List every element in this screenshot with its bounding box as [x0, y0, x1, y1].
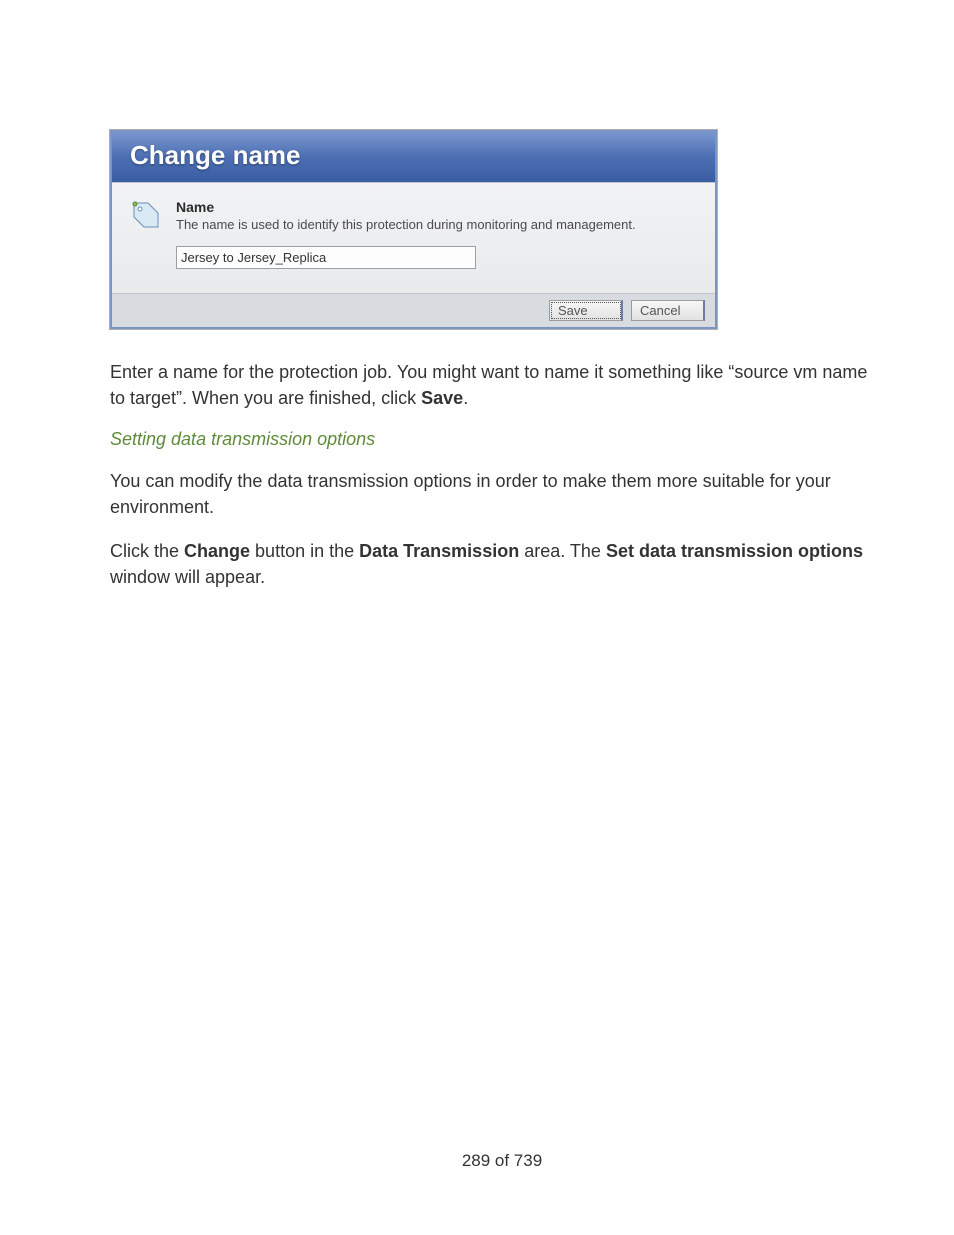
dialog-footer: Save Cancel	[112, 293, 715, 327]
dialog-body: Name The name is used to identify this p…	[112, 182, 715, 293]
name-input[interactable]	[176, 246, 476, 269]
save-button[interactable]: Save	[549, 300, 623, 321]
page-number: 289 of 739	[110, 1151, 894, 1171]
change-name-dialog: Change name Name The name is used to ide…	[110, 130, 717, 329]
paragraph-click-change: Click the Change button in the Data Tran…	[110, 538, 880, 590]
section-heading-data-transmission: Setting data transmission options	[110, 429, 894, 450]
name-field-description: The name is used to identify this protec…	[176, 217, 697, 232]
dialog-title: Change name	[112, 132, 715, 182]
paragraph-enter-name: Enter a name for the protection job. You…	[110, 359, 880, 411]
cancel-button[interactable]: Cancel	[631, 300, 705, 321]
paragraph-modify-options: You can modify the data transmission opt…	[110, 468, 880, 520]
name-field-label: Name	[176, 199, 697, 215]
name-tag-icon	[130, 199, 162, 231]
